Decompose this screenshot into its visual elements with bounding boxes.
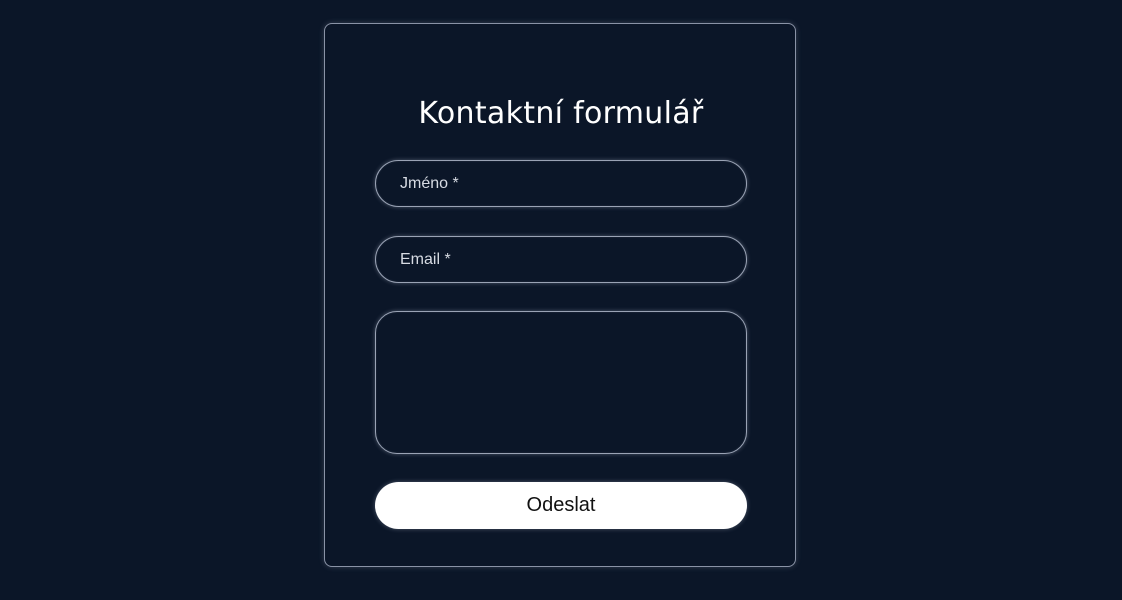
name-input[interactable]	[375, 160, 747, 207]
form-title: Kontaktní formulář	[418, 96, 704, 131]
message-textarea[interactable]	[375, 311, 747, 454]
contact-form-card: Kontaktní formulář Odeslat	[324, 23, 796, 567]
submit-button[interactable]: Odeslat	[375, 482, 747, 529]
email-input[interactable]	[375, 236, 747, 283]
